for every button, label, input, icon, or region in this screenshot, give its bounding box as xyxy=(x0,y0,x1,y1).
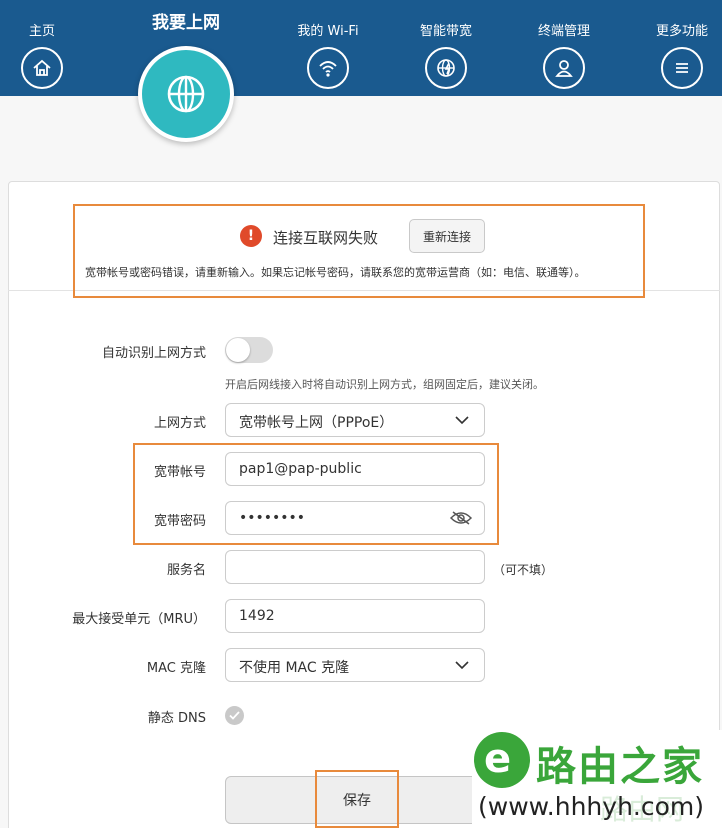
dns-checkbox[interactable] xyxy=(225,706,244,725)
service-label: 服务名 xyxy=(166,563,206,578)
globe-icon[interactable] xyxy=(138,46,234,142)
mode-select[interactable]: 宽带帐号上网（PPPoE） xyxy=(225,403,485,437)
error-highlight-box xyxy=(73,204,645,298)
nav-label-wifi: 我的 Wi-Fi xyxy=(297,24,359,39)
check-icon xyxy=(229,711,240,720)
eye-slash-icon[interactable] xyxy=(449,510,473,526)
error-icon: ! xyxy=(240,225,262,247)
nav-label-more: 更多功能 xyxy=(655,24,708,39)
chevron-down-icon xyxy=(455,416,469,425)
account-input-value: pap1@pap-public xyxy=(239,461,362,477)
save-highlight-box xyxy=(315,770,399,828)
mru-label: 最大接受单元（MRU） xyxy=(72,612,206,627)
error-title: 连接互联网失败 xyxy=(273,229,379,247)
watermark-url: (www.hhhyh.com) xyxy=(478,792,705,821)
mac-select-value: 不使用 MAC 克隆 xyxy=(239,660,350,676)
password-input-value: •••••••• xyxy=(239,510,306,526)
service-optional-note: （可不填） xyxy=(493,563,554,577)
mru-input[interactable]: 1492 xyxy=(225,599,485,633)
account-input[interactable]: pap1@pap-public xyxy=(225,452,485,486)
mode-select-value: 宽带帐号上网（PPPoE） xyxy=(239,415,394,431)
watermark-logo-letter: e xyxy=(484,736,512,782)
password-input[interactable]: •••••••• xyxy=(225,501,485,535)
mac-select[interactable]: 不使用 MAC 克隆 xyxy=(225,648,485,682)
auto-detect-hint: 开启后网线接入时将自动识别上网方式，组网固定后，建议关闭。 xyxy=(225,378,544,391)
mode-label: 上网方式 xyxy=(153,416,206,431)
wifi-icon[interactable] xyxy=(307,47,349,89)
nav-label-internet: 我要上网 xyxy=(152,13,220,33)
nav-label-devices: 终端管理 xyxy=(537,24,590,39)
watermark-logo-icon: e xyxy=(474,732,530,788)
watermark-title: 路由之家 xyxy=(536,744,704,790)
dns-label: 静态 DNS xyxy=(147,711,206,726)
password-label: 宽带密码 xyxy=(153,514,206,529)
toggle-knob xyxy=(226,338,250,362)
menu-icon[interactable] xyxy=(661,47,703,89)
mac-label: MAC 克隆 xyxy=(146,661,206,676)
service-input[interactable] xyxy=(225,550,485,584)
reconnect-button[interactable]: 重新连接 xyxy=(409,219,485,253)
auto-detect-toggle[interactable] xyxy=(225,337,273,363)
top-navigation: 主页 我要上网 我的 Wi-Fi 智能带宽 终端管理 更多功能 xyxy=(0,0,722,96)
nav-label-bandwidth: 智能带宽 xyxy=(419,24,472,39)
mru-input-value: 1492 xyxy=(239,608,275,624)
globe-bolt-icon[interactable] xyxy=(425,47,467,89)
error-description: 宽带帐号或密码错误，请重新输入。如果忘记帐号密码，请联系您的宽带运营商（如：电信… xyxy=(85,266,586,279)
watermark: e 路由之家 路由网 (www.hhhyh.com) xyxy=(472,730,722,828)
chevron-down-icon xyxy=(455,661,469,670)
nav-label-home: 主页 xyxy=(28,24,55,39)
user-icon[interactable] xyxy=(543,47,585,89)
auto-detect-label: 自动识别上网方式 xyxy=(101,346,206,361)
account-label: 宽带帐号 xyxy=(153,465,206,480)
home-icon[interactable] xyxy=(21,47,63,89)
